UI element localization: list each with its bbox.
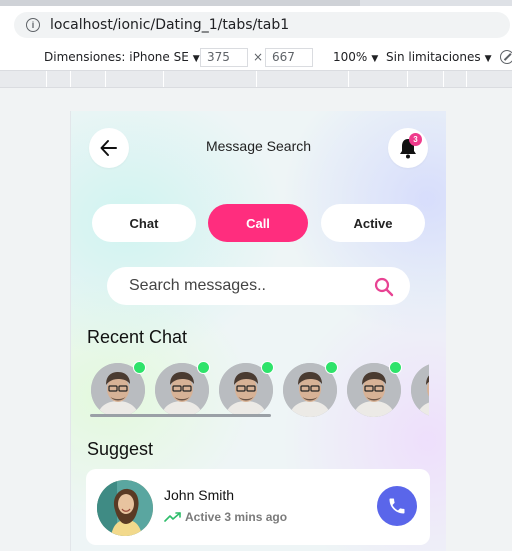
ruler-tick <box>256 71 257 87</box>
trending-up-icon <box>164 512 181 522</box>
dropdown-arrow-icon: ▼ <box>484 54 492 64</box>
tab-call[interactable]: Call <box>208 204 308 242</box>
ruler-tick <box>163 71 164 87</box>
contact-name: John Smith <box>164 487 235 503</box>
height-input[interactable]: 667 <box>265 48 313 67</box>
ruler-tick <box>466 71 467 87</box>
device-viewport: Message Search 3 Chat Call Active Recent… <box>70 111 446 551</box>
address-bar-row: i localhost/ionic/Dating_1/tabs/tab1 <box>0 6 512 44</box>
person-photo-icon <box>97 480 153 536</box>
zoom-label: 100% <box>333 50 368 64</box>
online-status-dot <box>197 361 210 374</box>
call-button[interactable] <box>377 486 417 526</box>
contact-status-text: Active 3 mins ago <box>185 510 288 524</box>
recent-chat-avatar[interactable] <box>411 361 429 417</box>
zoom-select[interactable]: 100% ▼ <box>333 50 378 64</box>
recent-chat-list[interactable] <box>89 361 429 417</box>
tab-chat[interactable]: Chat <box>92 204 196 242</box>
online-status-dot <box>133 361 146 374</box>
dropdown-arrow-icon: ▼ <box>192 54 200 64</box>
suggest-heading: Suggest <box>87 439 154 459</box>
contact-status: Active 3 mins ago <box>164 510 287 524</box>
width-input[interactable]: 375 <box>200 48 248 67</box>
suggest-card[interactable]: John Smith Active 3 mins ago <box>86 469 430 545</box>
search-input[interactable] <box>127 276 361 296</box>
url-text[interactable]: localhost/ionic/Dating_1/tabs/tab1 <box>50 17 289 33</box>
horizontal-scrollbar[interactable] <box>90 414 271 417</box>
tab-active[interactable]: Active <box>321 204 425 242</box>
throttle-select[interactable]: Sin limitaciones ▼ <box>386 50 492 64</box>
device-select[interactable]: Dimensiones: iPhone SE ▼ <box>44 50 200 64</box>
search-bar <box>107 267 410 305</box>
device-select-label: Dimensiones: iPhone SE <box>44 50 189 64</box>
ruler-tick <box>105 71 106 87</box>
online-status-dot <box>325 361 338 374</box>
media-query-ruler <box>0 71 512 88</box>
ruler-tick <box>407 71 408 87</box>
online-status-dot <box>261 361 274 374</box>
throttle-label: Sin limitaciones <box>386 50 481 64</box>
rotate-icon[interactable] <box>500 50 512 64</box>
site-info-icon[interactable]: i <box>26 18 40 32</box>
phone-icon <box>389 498 405 514</box>
recent-chat-avatar[interactable] <box>219 361 275 417</box>
device-toolbar: Dimensiones: iPhone SE ▼ 375 × 667 100% ▼ … <box>0 44 512 71</box>
ruler-tick <box>348 71 349 87</box>
avatar <box>97 480 153 536</box>
ruler-tick <box>70 71 71 87</box>
notification-badge: 3 <box>409 133 422 146</box>
address-bar[interactable]: i localhost/ionic/Dating_1/tabs/tab1 <box>14 12 510 38</box>
online-status-dot <box>389 361 402 374</box>
recent-chat-avatar[interactable] <box>283 361 339 417</box>
avatar <box>411 363 429 417</box>
recent-chat-avatar[interactable] <box>91 361 147 417</box>
ruler-tick <box>443 71 444 87</box>
recent-chat-avatar[interactable] <box>155 361 211 417</box>
dimension-separator: × <box>253 50 264 64</box>
recent-chat-avatar[interactable] <box>347 361 403 417</box>
search-icon[interactable] <box>374 277 394 297</box>
dropdown-arrow-icon: ▼ <box>371 54 379 64</box>
recent-chat-heading: Recent Chat <box>87 327 188 347</box>
ruler-tick <box>46 71 47 87</box>
person-photo-icon <box>411 363 429 417</box>
notifications-button[interactable]: 3 <box>388 128 428 168</box>
